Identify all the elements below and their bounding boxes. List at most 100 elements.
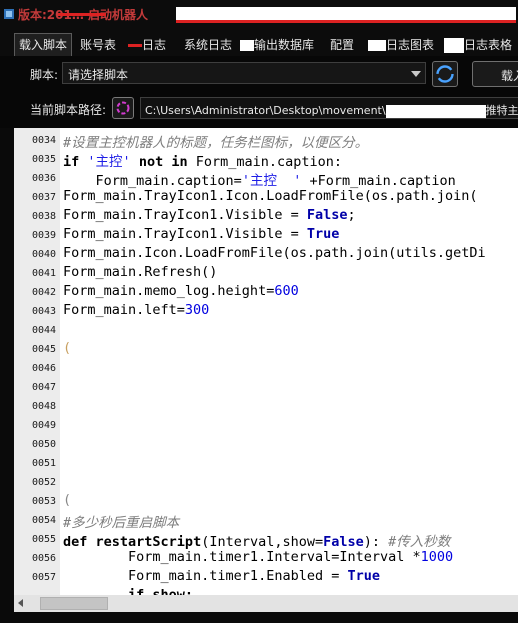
code-line: Form_main.timer1.Interval=Interval *1000 — [63, 549, 453, 565]
line-number: 0048 — [32, 401, 57, 412]
line-number: 0053 — [32, 496, 57, 507]
line-number: 0037 — [32, 192, 57, 203]
line-number: 0052 — [32, 477, 57, 488]
tab-log-table-label: 日志表格 — [464, 38, 513, 52]
tab-accounts[interactable]: 账号表 — [76, 35, 120, 55]
line-number: 0057 — [32, 572, 57, 583]
tab-config[interactable]: 配置 — [326, 35, 358, 55]
tab-log[interactable]: 日志 — [124, 35, 170, 55]
line-number: 0042 — [32, 287, 57, 298]
code-line: Form_main.TrayIcon1.Icon.LoadFromFile(os… — [63, 188, 478, 204]
code-text: Form_main.Icon.LoadFromFile(os.path.join… — [63, 245, 486, 261]
tab-system-log[interactable]: 系统日志 — [180, 35, 236, 55]
code-text: Form_main.TrayIcon1.Visible = — [63, 226, 307, 242]
code-comment: #传入秒数 — [388, 534, 451, 550]
line-number: 0046 — [32, 363, 57, 374]
code-text: +Form_main.caption — [301, 173, 456, 189]
path-label: 当前脚本路径: — [30, 103, 107, 117]
code-comment: #设置主控机器人的标题，任务栏图标，以便区分。 — [63, 135, 369, 151]
code-line: Form_main.timer1.Enabled = True — [63, 568, 380, 584]
code-line: Form_main.left=300 — [63, 302, 209, 318]
code-text: Form_main.caption: — [195, 154, 343, 170]
code-number: 600 — [274, 283, 299, 299]
redacted-region — [444, 38, 464, 53]
script-label: 脚本: — [30, 68, 59, 82]
code-line: #设置主控机器人的标题，任务栏图标，以便区分。 — [63, 131, 368, 151]
redaction-scribble — [128, 44, 142, 47]
tab-load-script[interactable]: 载入脚本 — [14, 33, 72, 56]
app-icon — [4, 9, 14, 19]
code-number: 300 — [184, 302, 210, 318]
path-picker-icon — [116, 101, 130, 115]
line-number: 0050 — [32, 439, 57, 450]
line-number: 0041 — [32, 268, 57, 279]
line-number: 0044 — [32, 325, 57, 336]
code-text: Form_main.timer1.Enabled = — [63, 568, 348, 584]
line-number: 0043 — [32, 306, 57, 317]
redacted-region — [240, 40, 254, 51]
line-number: 0047 — [32, 382, 57, 393]
code-line: Form_main.Refresh() — [63, 264, 217, 280]
line-number: 0040 — [32, 249, 57, 260]
code-keyword: def — [63, 534, 88, 550]
line-number: 0049 — [32, 420, 57, 431]
tab-output-database-label: 输出数据库 — [254, 38, 315, 52]
script-path-suffix: 推特主脚本 — [485, 104, 518, 117]
tab-log-table[interactable]: 日志表格 — [440, 35, 516, 55]
code-text: Form_main.left= — [63, 302, 185, 318]
tab-log-chart-label: 日志图表 — [386, 38, 435, 52]
path-picker-button[interactable] — [112, 97, 134, 119]
tab-bar: 载入脚本 账号表 日志 系统日志 输出数据库 配置 日志图表 日志表格 — [0, 32, 518, 57]
scrollbar-thumb[interactable] — [40, 597, 108, 610]
line-number: 0055 — [32, 534, 57, 545]
code-text: ; — [347, 207, 356, 223]
code-text: ): — [363, 534, 389, 550]
script-path-text: C:\Users\Administrator\Desktop\movement\… — [145, 102, 518, 118]
script-select-value: 请选择脚本 — [68, 68, 129, 82]
code-text: Form_main.TrayIcon1.Icon.LoadFromFile(os… — [63, 188, 478, 204]
code-line: if '主控' not in Form_main.caption: — [63, 150, 342, 170]
line-number: 0038 — [32, 211, 57, 222]
code-text: (Interval,show= — [201, 534, 324, 550]
tab-output-database[interactable]: 输出数据库 — [236, 35, 318, 55]
code-string: '主控' — [87, 154, 131, 170]
load-button[interactable]: 载入 — [472, 61, 518, 87]
tab-log-label: 日志 — [142, 38, 167, 52]
code-line: Form_main.TrayIcon1.Visible = True — [63, 226, 339, 242]
chevron-down-icon[interactable] — [411, 71, 421, 77]
code-line: Form_main.TrayIcon1.Visible = False; — [63, 207, 356, 223]
code-constant: False — [323, 534, 364, 550]
scroll-left-icon[interactable] — [18, 599, 23, 607]
code-text: Form_main.timer1.Interval=Interval * — [63, 549, 421, 565]
redacted-region — [176, 7, 516, 20]
code-function-name: restartScript — [95, 534, 202, 550]
line-number: 0035 — [32, 154, 57, 165]
refresh-icon — [436, 65, 454, 83]
code-text-partial: if show: — [63, 587, 194, 595]
tab-log-chart[interactable]: 日志图表 — [364, 35, 438, 55]
code-text: Form_main.memo_log.height= — [63, 283, 275, 299]
line-number: 0036 — [32, 173, 57, 184]
line-number: 0034 — [32, 135, 57, 146]
code-constant: False — [306, 207, 348, 223]
code-line: Form_main.Icon.LoadFromFile(os.path.join… — [63, 245, 486, 261]
code-string: '主控 ' — [241, 173, 302, 189]
code-text: Form_main.Refresh() — [63, 264, 218, 280]
title-bar: 版本:201… 启动机器人 — [0, 0, 518, 32]
redacted-region — [368, 40, 386, 51]
code-text: Form_main.TrayIcon1.Visible = — [63, 207, 307, 223]
code-comment: #多少秒后重启脚本 — [63, 515, 180, 531]
load-button-label: 载入 — [501, 69, 518, 83]
code-editor[interactable]: 0034 0035 0036 0037 0038 0039 0040 0041 … — [14, 128, 518, 595]
code-line: ( — [63, 492, 71, 508]
script-path-field[interactable]: C:\Users\Administrator\Desktop\movement\… — [140, 97, 518, 119]
code-line: Form_main.caption='主控 ' +Form_main.capti… — [63, 169, 456, 189]
refresh-button[interactable] — [432, 61, 458, 87]
code-line: ( — [63, 340, 71, 356]
horizontal-scrollbar[interactable] — [14, 595, 518, 612]
script-path-prefix: C:\Users\Administrator\Desktop\movement\ — [145, 104, 386, 117]
line-number: 0045 — [32, 344, 57, 355]
script-select[interactable]: 请选择脚本 — [62, 62, 426, 84]
code-keyword: not in — [138, 154, 188, 170]
line-number-gutter: 0034 0035 0036 0037 0038 0039 0040 0041 … — [14, 128, 60, 595]
